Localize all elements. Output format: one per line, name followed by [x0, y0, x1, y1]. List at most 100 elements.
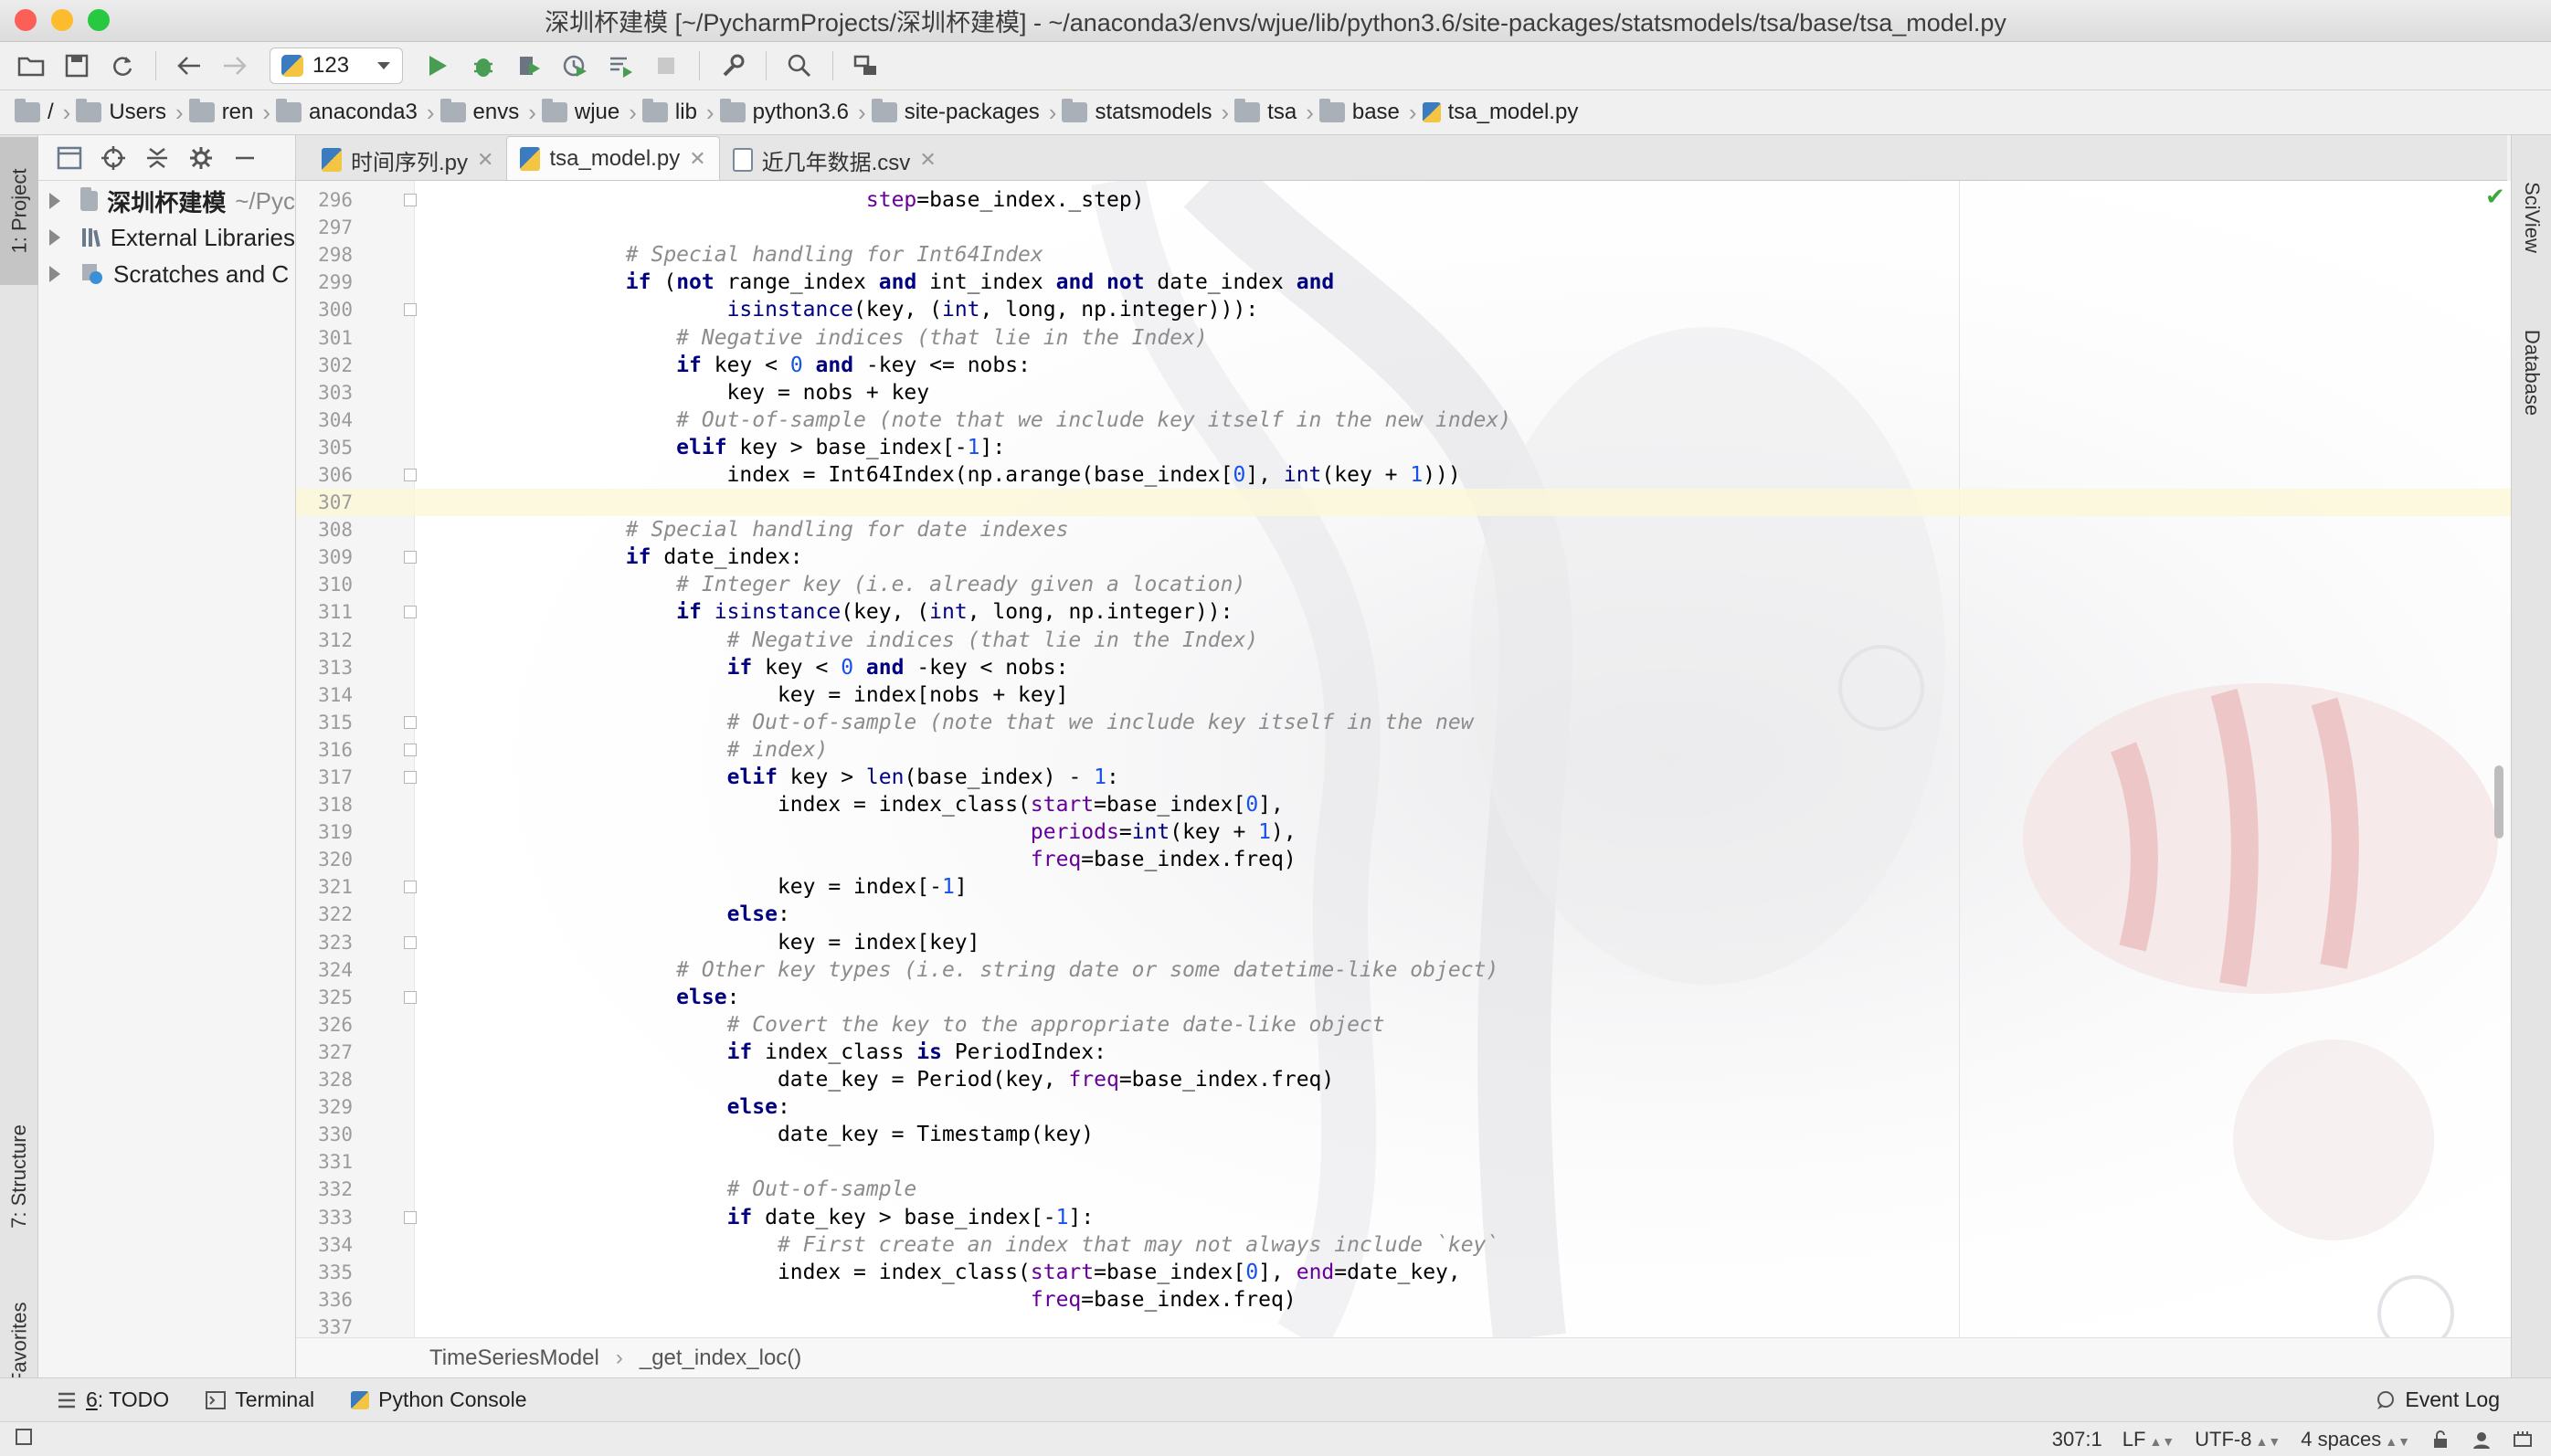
fold-marker-icon[interactable] — [404, 990, 417, 1004]
fold-marker-icon[interactable] — [404, 881, 417, 894]
todo-tool-tab[interactable]: 6: TODO — [57, 1387, 169, 1412]
code-editor[interactable]: 296 step=base_index._step) 297 298 # Speci… — [296, 181, 2511, 1337]
encoding-widget[interactable]: UTF-8 ▲▼ — [2195, 1428, 2281, 1451]
code-line[interactable]: 328 date_key = Period(key, freq=base_ind… — [296, 1066, 2511, 1093]
concurrency-diagram-button[interactable] — [602, 47, 639, 84]
breadcrumb-ren[interactable]: ren — [188, 99, 253, 125]
code-line[interactable]: 327 if index_class is PeriodIndex: — [296, 1039, 2511, 1066]
fold-marker-icon[interactable] — [404, 468, 417, 481]
code-line[interactable]: 331 — [296, 1148, 2511, 1176]
fold-marker-icon[interactable] — [404, 606, 417, 619]
fold-marker-icon[interactable] — [404, 935, 417, 949]
code-line[interactable]: 300 isinstance(key, (int, long, np.integ… — [296, 296, 2511, 323]
expand-arrow-icon[interactable] — [49, 266, 60, 282]
minimize-window-button[interactable] — [51, 9, 73, 31]
close-window-button[interactable] — [15, 9, 37, 31]
code-line[interactable]: 329 else: — [296, 1093, 2511, 1121]
code-line[interactable]: 296 step=base_index._step) — [296, 186, 2511, 214]
tab-time-series-py[interactable]: 时间序列.py ✕ — [309, 140, 506, 180]
breadcrumb-file[interactable]: tsa_model.py — [1422, 100, 1578, 125]
line-separator-widget[interactable]: LF ▲▼ — [2122, 1428, 2175, 1451]
search-everywhere-button[interactable] — [781, 47, 818, 84]
code-line[interactable]: 312 # Negative indices (that lie in the … — [296, 627, 2511, 654]
breadcrumb-anaconda3[interactable]: anaconda3 — [276, 99, 418, 125]
code-line[interactable]: 334 # First create an index that may not… — [296, 1231, 2511, 1259]
breadcrumb-wjue[interactable]: wjue — [541, 99, 619, 125]
fold-marker-icon[interactable] — [404, 771, 417, 785]
tree-item-project-root[interactable]: 深圳杯建模 ~/Pyc — [38, 183, 295, 219]
fold-marker-icon[interactable] — [404, 1210, 417, 1224]
breadcrumb-root[interactable]: / — [15, 99, 54, 125]
inspector-icon[interactable] — [2471, 1430, 2493, 1450]
indent-widget[interactable]: 4 spaces ▲▼ — [2301, 1428, 2410, 1451]
code-line[interactable]: 319 periods=int(key + 1), — [296, 818, 2511, 846]
project-view-icon[interactable] — [57, 145, 82, 171]
close-tab-icon[interactable]: ✕ — [689, 147, 705, 171]
code-line[interactable]: 332 # Out-of-sample — [296, 1176, 2511, 1203]
expand-arrow-icon[interactable] — [49, 193, 60, 209]
code-line[interactable]: 336 freq=base_index.freq) — [296, 1286, 2511, 1314]
run-button[interactable] — [419, 47, 456, 84]
code-line[interactable]: 335 index = index_class(start=base_index… — [296, 1259, 2511, 1286]
code-line[interactable]: 306 index = Int64Index(np.arange(base_in… — [296, 461, 2511, 489]
settings-button[interactable] — [714, 47, 751, 84]
breadcrumb-python36[interactable]: python3.6 — [719, 99, 849, 125]
open-folder-button[interactable] — [13, 47, 49, 84]
editor-breadcrumb-method[interactable]: _get_index_loc() — [640, 1345, 801, 1371]
tree-item-external-libraries[interactable]: External Libraries — [38, 219, 295, 256]
maximize-window-button[interactable] — [88, 9, 110, 31]
project-tool-tab[interactable]: 1: Project — [0, 137, 38, 285]
gear-icon[interactable] — [188, 145, 214, 171]
code-line[interactable]: 304 # Out-of-sample (note that we includ… — [296, 406, 2511, 434]
code-line[interactable]: 305 elif key > base_index[-1]: — [296, 434, 2511, 461]
code-line[interactable]: 315 # Out-of-sample (note that we includ… — [296, 709, 2511, 736]
close-tab-icon[interactable]: ✕ — [477, 148, 493, 172]
code-line[interactable]: 324 # Other key types (i.e. string date … — [296, 956, 2511, 984]
collapse-all-icon[interactable] — [144, 145, 170, 171]
python-packages-button[interactable] — [848, 47, 884, 84]
fold-marker-icon[interactable] — [404, 303, 417, 317]
database-tool-tab[interactable]: Database — [2512, 295, 2551, 450]
code-line[interactable]: 321 key = index[-1] — [296, 873, 2511, 901]
debug-button[interactable] — [465, 47, 502, 84]
breadcrumb-site-packages[interactable]: site-packages — [871, 99, 1040, 125]
breadcrumb-statsmodels[interactable]: statsmodels — [1062, 99, 1212, 125]
memory-indicator-icon[interactable] — [2513, 1430, 2533, 1450]
code-line[interactable]: 307 — [296, 489, 2511, 517]
code-line[interactable]: 302 if key < 0 and -key <= nobs: — [296, 352, 2511, 379]
hide-panel-icon[interactable] — [232, 145, 258, 171]
code-line[interactable]: 301 # Negative indices (that lie in the … — [296, 323, 2511, 351]
forward-button[interactable] — [217, 47, 253, 84]
code-line[interactable]: 318 index = index_class(start=base_index… — [296, 791, 2511, 818]
code-line[interactable]: 297 — [296, 214, 2511, 241]
tab-tsa-model-py[interactable]: tsa_model.py ✕ — [506, 136, 720, 180]
save-all-button[interactable] — [58, 47, 95, 84]
fold-marker-icon[interactable] — [404, 551, 417, 564]
code-line[interactable]: 308 # Special handling for date indexes — [296, 516, 2511, 543]
code-line[interactable]: 323 key = index[key] — [296, 929, 2511, 956]
toggle-tool-windows-icon[interactable] — [15, 1428, 33, 1451]
code-line[interactable]: 317 elif key > len(base_index) - 1: — [296, 764, 2511, 791]
lock-icon[interactable] — [2430, 1430, 2450, 1450]
code-line[interactable]: 337 — [296, 1314, 2511, 1337]
close-tab-icon[interactable]: ✕ — [919, 148, 936, 172]
expand-arrow-icon[interactable] — [49, 229, 60, 246]
fold-marker-icon[interactable] — [404, 715, 417, 729]
breadcrumb-lib[interactable]: lib — [641, 99, 697, 125]
fold-marker-icon[interactable] — [404, 194, 417, 207]
code-line[interactable]: 322 else: — [296, 901, 2511, 928]
python-console-tool-tab[interactable]: Python Console — [351, 1387, 527, 1412]
run-configuration-select[interactable]: 123 — [270, 47, 403, 84]
code-line[interactable]: 299 if (not range_index and int_index an… — [296, 269, 2511, 296]
profile-button[interactable] — [556, 47, 593, 84]
breadcrumb-tsa[interactable]: tsa — [1234, 99, 1297, 125]
code-line[interactable]: 314 key = index[nobs + key] — [296, 681, 2511, 709]
code-line[interactable]: 310 # Integer key (i.e. already given a … — [296, 571, 2511, 598]
tree-item-scratches[interactable]: Scratches and C — [38, 256, 295, 292]
code-line[interactable]: 326 # Covert the key to the appropriate … — [296, 1011, 2511, 1039]
sciview-tool-tab[interactable]: SciView — [2512, 144, 2551, 290]
event-log-tool-tab[interactable]: Event Log — [2376, 1387, 2500, 1412]
editor-scrollbar[interactable] — [2494, 765, 2503, 839]
stop-button[interactable] — [648, 47, 684, 84]
fold-marker-icon[interactable] — [404, 743, 417, 756]
